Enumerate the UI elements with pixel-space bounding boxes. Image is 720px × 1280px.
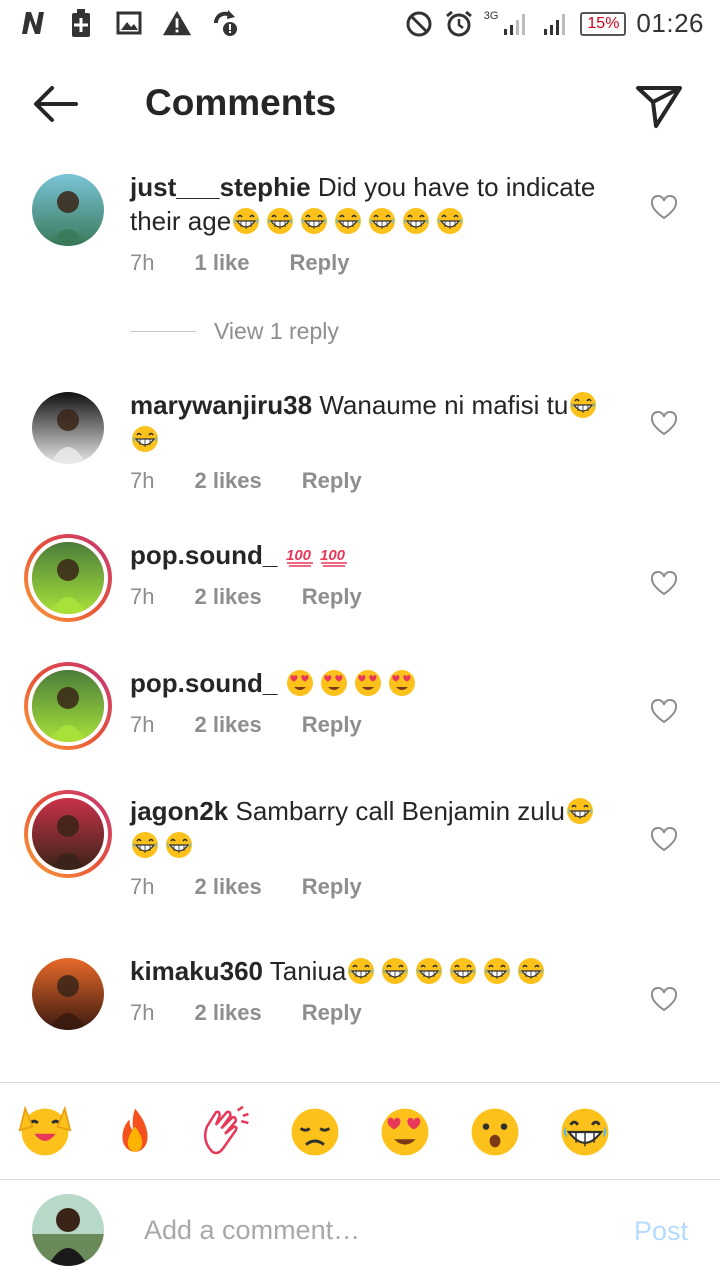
comment-likes[interactable]: 2 likes [194,1000,261,1026]
netflix-n-icon [18,8,48,38]
svg-text:100: 100 [286,547,312,564]
comment-body: Taniua [269,956,347,986]
reply-button[interactable]: Reply [302,584,362,610]
comment-username[interactable]: pop.sound_ [130,668,277,698]
comment-time: 7h [130,584,155,609]
comment-meta: 7h 2 likes Reply [130,712,362,738]
comment-emojis: 100 100 [285,540,353,570]
comment-time: 7h [130,712,155,737]
avatar-image [32,958,104,1030]
comment-username[interactable]: kimaku360 [130,956,263,986]
comment-likes[interactable]: 2 likes [194,584,261,610]
alarm-icon [444,9,474,39]
comment-username[interactable]: jagon2k [130,796,228,826]
avatar-image [32,174,104,246]
comment-emojis [346,956,550,986]
comment-time: 7h [130,468,155,493]
avatar[interactable] [30,956,106,1032]
comment-text: pop.sound_ [130,666,630,700]
comment-composer: Post [0,1182,720,1280]
status-time: 01:26 [636,8,704,38]
image-icon [114,8,144,38]
avatar [32,1194,104,1266]
comment-username[interactable]: just___stephie [130,172,311,202]
sync-icon [210,8,240,38]
avatar-image [28,666,108,746]
comment-meta: 7h 2 likes Reply [130,874,362,900]
emoji-grin-icon[interactable] [558,1105,612,1159]
comment-meta: 7h 2 likes Reply [130,584,362,610]
emoji-heart-eyes-icon[interactable] [378,1105,432,1159]
comment-text: just___stephie Did you have to indicate … [130,170,630,238]
heart-icon[interactable] [650,570,678,598]
comment-time: 7h [130,1000,155,1025]
emoji-sad-face-icon[interactable] [288,1105,342,1159]
network-type: 3G [483,9,499,22]
comment-username[interactable]: pop.sound_ [130,540,277,570]
page-title: Comments [145,82,337,123]
battery-saver-icon [66,8,96,38]
comment-body: Wanaume ni mafisi tu [319,390,569,420]
comment-text: jagon2k Sambarry call Benjamin zulu [130,794,630,862]
avatar-image [28,538,108,618]
emoji-fire-icon[interactable] [108,1105,162,1159]
comment-emojis [285,668,421,698]
comment-time: 7h [130,250,155,275]
reply-button[interactable]: Reply [290,250,350,276]
reply-button[interactable]: Reply [302,874,362,900]
avatar[interactable] [24,534,112,622]
signal-icon [540,9,570,39]
header: Comments [0,60,720,148]
view-replies-link[interactable]: View 1 reply [130,318,339,345]
comment-meta: 7h 2 likes Reply [130,468,362,494]
avatar[interactable] [30,172,106,248]
back-arrow-icon[interactable] [28,82,82,126]
avatar[interactable] [24,790,112,878]
status-left-icons [18,8,240,38]
comment-meta: 7h 1 like Reply [130,250,349,276]
avatar[interactable] [30,390,106,466]
status-bar: 3G 15% 01:26 [0,0,720,50]
status-right-icons: 3G 15% 01:26 [404,8,704,39]
post-button[interactable]: Post [634,1216,688,1247]
signal-icon [500,9,530,39]
reply-button[interactable]: Reply [302,712,362,738]
comment-emojis [231,206,469,236]
comment-meta: 7h 2 likes Reply [130,1000,362,1026]
comment-likes[interactable]: 2 likes [194,468,261,494]
do-not-disturb-icon [404,9,434,39]
avatar-image [28,794,108,874]
view-replies-label: View 1 reply [214,318,339,344]
comment-text: marywanjiru38 Wanaume ni mafisi tu [130,388,630,456]
emoji-bar [0,1082,720,1180]
heart-icon[interactable] [650,698,678,726]
emoji-surprised-face-icon[interactable] [468,1105,522,1159]
comment-time: 7h [130,874,155,899]
svg-text:100: 100 [320,547,346,564]
divider [130,331,196,332]
emoji-raising-hands-icon[interactable] [18,1105,72,1159]
reply-button[interactable]: Reply [302,468,362,494]
comment-likes[interactable]: 2 likes [194,712,261,738]
warning-icon [162,8,192,38]
avatar[interactable] [24,662,112,750]
comment-likes[interactable]: 1 like [194,250,249,276]
comment-username[interactable]: marywanjiru38 [130,390,312,420]
comment-body: Sambarry call Benjamin zulu [235,796,565,826]
avatar-image [32,392,104,464]
comment-input[interactable] [144,1210,584,1250]
emoji-clapping-hands-icon[interactable] [198,1105,252,1159]
heart-icon[interactable] [650,194,678,222]
heart-icon[interactable] [650,826,678,854]
heart-icon[interactable] [650,410,678,438]
reply-button[interactable]: Reply [302,1000,362,1026]
comment-text: kimaku360 Taniua [130,954,630,988]
send-icon[interactable] [634,80,684,130]
battery-indicator: 15% [580,11,627,36]
comment-text: pop.sound_ 100 100 [130,538,630,572]
comment-likes[interactable]: 2 likes [194,874,261,900]
heart-icon[interactable] [650,986,678,1014]
